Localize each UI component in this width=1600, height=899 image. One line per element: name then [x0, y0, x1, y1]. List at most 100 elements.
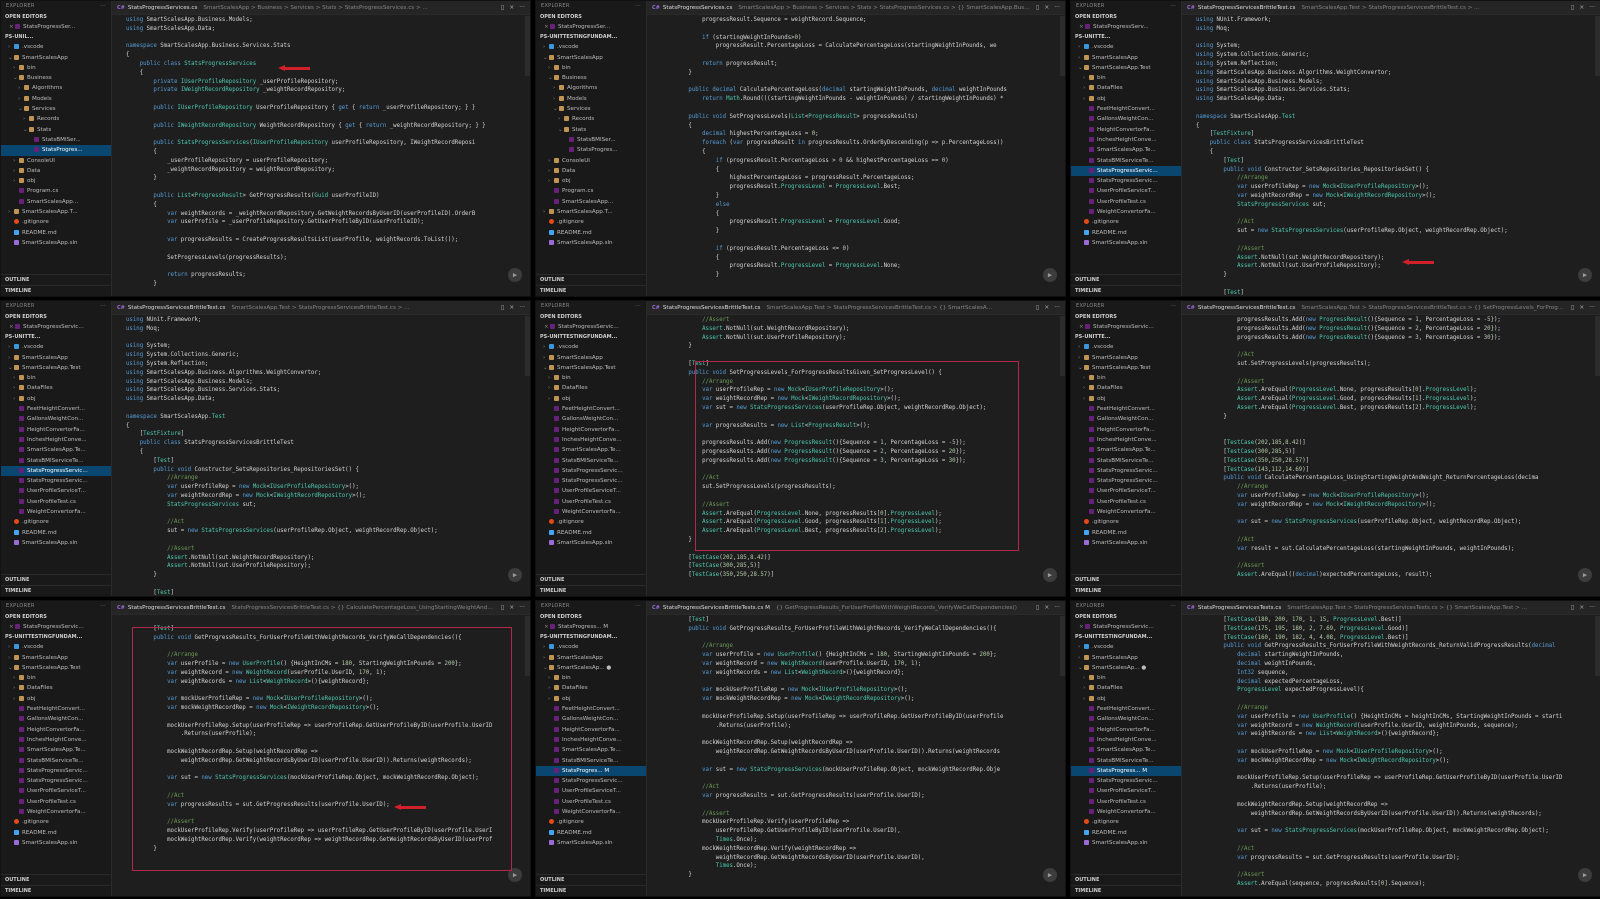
explorer-item[interactable]: › .vscode: [1071, 642, 1181, 652]
explorer-item[interactable]: SmartScalesApp.sln: [1, 238, 111, 248]
explorer-item[interactable]: .gitignore: [1071, 517, 1181, 527]
explorer-item[interactable]: UserProfileServiceT...: [536, 786, 646, 796]
open-editors-section[interactable]: OPEN EDITORS: [1071, 312, 1181, 322]
explorer-item[interactable]: GallonsWeightCon...: [1, 714, 111, 724]
scrollbar[interactable]: [525, 16, 530, 76]
code-area[interactable]: [Test] public void GetProgressResults_Fo…: [112, 616, 530, 896]
play-icon[interactable]: ▶: [508, 268, 522, 282]
scrollbar[interactable]: [1060, 616, 1065, 676]
close-icon[interactable]: ×: [1579, 604, 1584, 611]
close-icon[interactable]: ×: [1044, 604, 1049, 611]
editor-tab[interactable]: StatsProgressServicesBrittleTest.cs: [128, 605, 226, 611]
explorer-item[interactable]: ⌄ SmartScalesAp... ●: [1071, 663, 1181, 673]
explorer-item[interactable]: README.md: [536, 828, 646, 838]
more-actions-icon[interactable]: ···: [1054, 604, 1060, 611]
breadcrumb[interactable]: StatsProgressServicesBrittleTest.cs > {}…: [231, 605, 494, 611]
explorer-item[interactable]: StatsBMIServiceTe...: [1071, 156, 1181, 166]
scrollbar[interactable]: [525, 316, 530, 376]
explorer-item[interactable]: ⌄ SmartScalesApp: [1, 53, 111, 63]
explorer-item[interactable]: SmartScalesApp.Te...: [536, 445, 646, 455]
scrollbar[interactable]: [1060, 316, 1065, 376]
explorer-item[interactable]: ⌄ Business: [536, 73, 646, 83]
explorer-item[interactable]: › Models: [536, 94, 646, 104]
timeline-section[interactable]: TIMELINE: [1071, 885, 1181, 896]
explorer-item[interactable]: › .vscode: [1071, 42, 1181, 52]
explorer-item[interactable]: StatsProgressServic...: [1, 465, 111, 477]
explorer-item[interactable]: ⌄ Business: [1, 73, 111, 83]
close-icon[interactable]: ×: [509, 304, 514, 311]
open-editors-section[interactable]: OPEN EDITORS: [1, 312, 111, 322]
explorer-item[interactable]: GallonsWeightCon...: [1071, 114, 1181, 124]
explorer-item[interactable]: › .vscode: [536, 342, 646, 352]
code-area[interactable]: [Test] public void GetProgressResults_Fo…: [647, 616, 1065, 896]
explorer-item[interactable]: FeetHeightConvert...: [1, 704, 111, 714]
explorer-item[interactable]: .gitignore: [1071, 217, 1181, 227]
breadcrumb[interactable]: SmartScalesApp.Test > StatsProgressServi…: [1301, 305, 1564, 311]
explorer-item[interactable]: › obj: [536, 694, 646, 704]
open-editor-item[interactable]: × StatsProgressServic...: [1071, 622, 1181, 632]
explorer-item[interactable]: .gitignore: [1, 817, 111, 827]
explorer-item[interactable]: FeetHeightConvert...: [536, 404, 646, 414]
explorer-item[interactable]: › ConsoleUI: [536, 156, 646, 166]
explorer-item[interactable]: › obj: [536, 176, 646, 186]
explorer-item[interactable]: › SmartScalesApp: [1, 353, 111, 363]
play-icon[interactable]: ▶: [1578, 268, 1592, 282]
explorer-item[interactable]: InchesHeightConve...: [1071, 735, 1181, 745]
breadcrumb[interactable]: SmartScalesApp.Test > StatsProgressServi…: [1301, 5, 1564, 11]
more-actions-icon[interactable]: ···: [1589, 604, 1595, 611]
explorer-item[interactable]: WeightConvertorFa...: [1071, 507, 1181, 517]
scrollbar[interactable]: [1595, 16, 1600, 76]
explorer-item[interactable]: ⌄ SmartScalesApp: [536, 53, 646, 63]
explorer-item[interactable]: README.md: [1071, 228, 1181, 238]
code-area[interactable]: //Assert Assert.NotNull(sut.WeightRecord…: [647, 316, 1065, 596]
explorer-item[interactable]: UserProfileServiceT...: [536, 486, 646, 496]
open-editor-item[interactable]: × StatsProgressServic...: [1, 622, 111, 632]
explorer-item[interactable]: ⌄ SmartScalesApp.Test: [536, 363, 646, 373]
more-actions-icon[interactable]: ···: [100, 601, 106, 612]
split-editor-icon[interactable]: ▯: [1036, 604, 1039, 611]
code-area[interactable]: [TestCase(180, 200, 170, 1, 15, Progress…: [1182, 616, 1600, 896]
scrollbar[interactable]: [525, 616, 530, 676]
explorer-item[interactable]: UserProfileTest.cs: [1, 797, 111, 807]
split-editor-icon[interactable]: ▯: [501, 604, 504, 611]
explorer-item[interactable]: › obj: [1071, 394, 1181, 404]
explorer-item[interactable]: InchesHeightConve...: [536, 735, 646, 745]
code-area[interactable]: using SmartScalesApp.Business.Models; usi…: [112, 16, 530, 296]
explorer-item[interactable]: StatsProgressServic...: [1071, 476, 1181, 486]
explorer-item[interactable]: InchesHeightConve...: [1071, 435, 1181, 445]
explorer-item[interactable]: .gitignore: [1, 217, 111, 227]
play-icon[interactable]: ▶: [508, 568, 522, 582]
more-actions-icon[interactable]: ···: [635, 601, 641, 612]
explorer-item[interactable]: HeightConvertorFa...: [1, 725, 111, 735]
explorer-item[interactable]: UserProfileTest.cs: [536, 497, 646, 507]
explorer-item[interactable]: ⌄ Services: [1, 104, 111, 114]
more-actions-icon[interactable]: ···: [1054, 4, 1060, 11]
editor-tab[interactable]: StatsProgressServicesBrittleTest.cs: [128, 305, 226, 311]
open-editor-item[interactable]: × StatsProgressServic...: [1071, 322, 1181, 332]
outline-section[interactable]: OUTLINE: [1071, 574, 1181, 585]
explorer-item[interactable]: SmartScalesApp.Te...: [536, 745, 646, 755]
split-editor-icon[interactable]: ▯: [501, 4, 504, 11]
explorer-item[interactable]: StatsProgres...: [1, 145, 111, 156]
explorer-item[interactable]: SmartScalesApp.sln: [536, 238, 646, 248]
explorer-item[interactable]: › SmartScalesApp.T...: [536, 207, 646, 217]
explorer-item[interactable]: › Data: [536, 166, 646, 176]
explorer-item[interactable]: › .vscode: [536, 642, 646, 652]
editor-tab[interactable]: StatsProgressServicesBrittleTests.cs M: [663, 605, 770, 611]
editor-tab[interactable]: StatsProgressServicesBrittleTest.cs: [1198, 305, 1296, 311]
explorer-item[interactable]: HeightConvertorFa...: [1071, 425, 1181, 435]
outline-section[interactable]: OUTLINE: [536, 574, 646, 585]
explorer-item[interactable]: GallonsWeightCon...: [536, 414, 646, 424]
explorer-item[interactable]: .gitignore: [1071, 817, 1181, 827]
explorer-item[interactable]: README.md: [1, 828, 111, 838]
code-area[interactable]: progressResult.Sequence = weightRecord.S…: [647, 16, 1065, 296]
explorer-item[interactable]: SmartScalesApp.Te...: [1, 445, 111, 455]
explorer-item[interactable]: › DataFiles: [1071, 683, 1181, 693]
explorer-item[interactable]: UserProfileServiceT...: [1071, 186, 1181, 196]
explorer-item[interactable]: SmartScalesApp.Te...: [1071, 745, 1181, 755]
workspace-section[interactable]: PS-UNITTESTINGFUNDAM...: [536, 32, 646, 42]
explorer-item[interactable]: › .vscode: [1071, 342, 1181, 352]
explorer-item[interactable]: UserProfileServiceT...: [1071, 786, 1181, 796]
explorer-item[interactable]: ⌄ SmartScalesApp.Test: [1, 363, 111, 373]
explorer-item[interactable]: › SmartScalesApp: [1071, 53, 1181, 63]
